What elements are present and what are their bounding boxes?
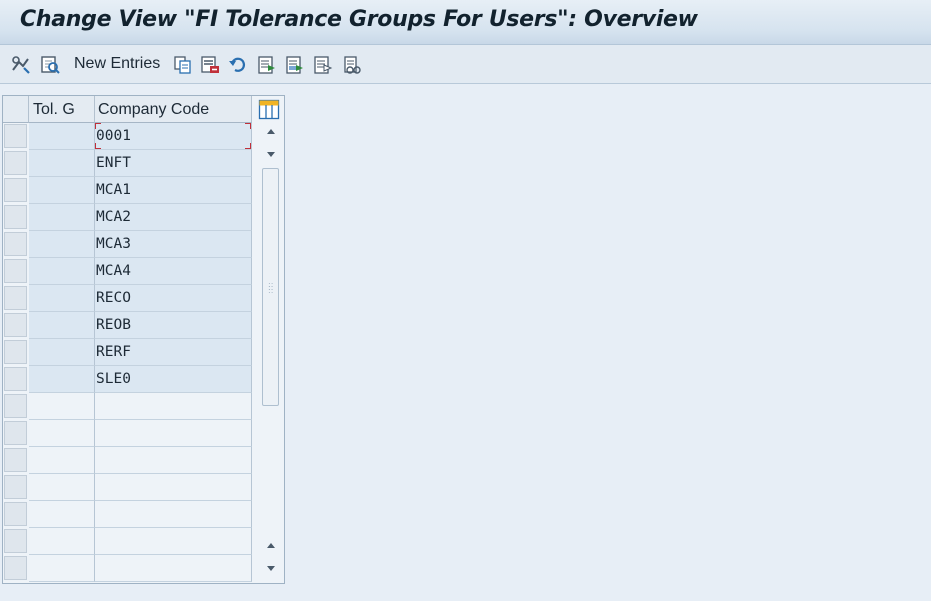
deselect-all-icon[interactable] bbox=[312, 54, 334, 76]
title-bar: Change View "FI Tolerance Groups For Use… bbox=[0, 0, 931, 45]
company-code-cell[interactable]: ENFT bbox=[95, 150, 252, 177]
tol-group-cell[interactable] bbox=[29, 177, 95, 204]
delete-icon[interactable] bbox=[199, 54, 221, 76]
table-row bbox=[3, 555, 252, 582]
table-row bbox=[3, 420, 252, 447]
select-all-rows-header[interactable] bbox=[3, 96, 29, 123]
row-selector[interactable] bbox=[4, 529, 27, 553]
tol-group-cell[interactable] bbox=[29, 420, 95, 447]
table-row: MCA2 bbox=[3, 204, 252, 231]
table-row bbox=[3, 393, 252, 420]
table-body: 0001 ENFT MCA1 MCA2 MCA3 MCA4 RECO REOB RERF SLE0 bbox=[3, 123, 252, 582]
row-selector[interactable] bbox=[4, 151, 27, 175]
page-title: Change View "FI Tolerance Groups For Use… bbox=[20, 7, 698, 32]
tol-group-cell[interactable] bbox=[29, 501, 95, 528]
select-all-icon[interactable] bbox=[256, 54, 278, 76]
row-selector[interactable] bbox=[4, 259, 27, 283]
tol-group-cell[interactable] bbox=[29, 528, 95, 555]
company-code-cell[interactable] bbox=[95, 447, 252, 474]
copy-icon[interactable] bbox=[172, 54, 194, 76]
tol-group-cell[interactable] bbox=[29, 258, 95, 285]
table-row: MCA1 bbox=[3, 177, 252, 204]
row-selector[interactable] bbox=[4, 286, 27, 310]
tol-group-cell[interactable] bbox=[29, 339, 95, 366]
table-row: RECO bbox=[3, 285, 252, 312]
table-row: 0001 bbox=[3, 123, 252, 150]
scrollbar-grip-icon: :::::: bbox=[268, 280, 274, 295]
row-selector[interactable] bbox=[4, 448, 27, 472]
row-selector[interactable] bbox=[4, 232, 27, 256]
scroll-up-icon[interactable] bbox=[261, 123, 281, 141]
row-selector[interactable] bbox=[4, 205, 27, 229]
tol-group-cell[interactable] bbox=[29, 231, 95, 258]
company-code-cell[interactable]: RECO bbox=[95, 285, 252, 312]
company-code-cell[interactable]: SLE0 bbox=[95, 366, 252, 393]
row-selector[interactable] bbox=[4, 178, 27, 202]
row-selector[interactable] bbox=[4, 475, 27, 499]
row-selector[interactable] bbox=[4, 556, 27, 580]
tol-group-cell[interactable] bbox=[29, 123, 95, 150]
row-selector[interactable] bbox=[4, 502, 27, 526]
company-code-cell[interactable]: 0001 bbox=[95, 123, 252, 150]
company-code-cell[interactable]: REOB bbox=[95, 312, 252, 339]
company-code-cell[interactable] bbox=[95, 555, 252, 582]
undo-change-icon[interactable] bbox=[227, 54, 249, 76]
row-selector[interactable] bbox=[4, 124, 27, 148]
focus-corner-bottom-left bbox=[95, 143, 101, 149]
table-row: SLE0 bbox=[3, 366, 252, 393]
company-code-cell[interactable] bbox=[95, 420, 252, 447]
row-selector[interactable] bbox=[4, 394, 27, 418]
display-change-icon[interactable] bbox=[10, 54, 32, 76]
find-icon[interactable] bbox=[39, 54, 61, 76]
company-code-cell[interactable] bbox=[95, 501, 252, 528]
select-block-icon[interactable] bbox=[284, 54, 306, 76]
column-header-company-code[interactable]: Company Code bbox=[95, 96, 252, 123]
table-row: RERF bbox=[3, 339, 252, 366]
table-row bbox=[3, 501, 252, 528]
tol-group-cell[interactable] bbox=[29, 312, 95, 339]
row-selector[interactable] bbox=[4, 340, 27, 364]
table-row bbox=[3, 528, 252, 555]
focus-corner-bottom-right bbox=[245, 143, 251, 149]
row-selector[interactable] bbox=[4, 367, 27, 391]
scrollbar-thumb[interactable]: :::::: bbox=[262, 168, 279, 406]
company-code-cell[interactable] bbox=[95, 393, 252, 420]
company-code-cell[interactable] bbox=[95, 528, 252, 555]
tol-group-cell[interactable] bbox=[29, 150, 95, 177]
company-code-cell[interactable]: MCA1 bbox=[95, 177, 252, 204]
focus-corner-top-left bbox=[95, 123, 101, 129]
new-entries-button[interactable]: New Entries bbox=[74, 55, 160, 73]
table-row: MCA4 bbox=[3, 258, 252, 285]
table-settings-icon[interactable] bbox=[258, 99, 280, 120]
table-row: MCA3 bbox=[3, 231, 252, 258]
page-down-icon[interactable] bbox=[261, 559, 281, 577]
tol-group-cell[interactable] bbox=[29, 474, 95, 501]
tolerance-group-table: Tol. G Company Code 0001 ENFT MCA1 MCA2 MCA3… bbox=[2, 95, 285, 584]
company-code-cell[interactable]: MCA4 bbox=[95, 258, 252, 285]
focus-corner-top-right bbox=[245, 123, 251, 129]
company-code-cell[interactable]: MCA3 bbox=[95, 231, 252, 258]
print-field-list-icon[interactable] bbox=[341, 54, 363, 76]
company-code-cell[interactable]: MCA2 bbox=[95, 204, 252, 231]
page-up-icon[interactable] bbox=[261, 537, 281, 555]
tol-group-cell[interactable] bbox=[29, 285, 95, 312]
scroll-down-icon[interactable] bbox=[261, 145, 281, 163]
table-row: REOB bbox=[3, 312, 252, 339]
table-row: ENFT bbox=[3, 150, 252, 177]
tol-group-cell[interactable] bbox=[29, 366, 95, 393]
vertical-scrollbar[interactable]: :::::: bbox=[261, 123, 281, 581]
row-selector[interactable] bbox=[4, 421, 27, 445]
row-selector[interactable] bbox=[4, 313, 27, 337]
table-row bbox=[3, 474, 252, 501]
company-code-cell[interactable]: RERF bbox=[95, 339, 252, 366]
tol-group-cell[interactable] bbox=[29, 447, 95, 474]
column-header-tol-group[interactable]: Tol. G bbox=[29, 96, 95, 123]
table-row bbox=[3, 447, 252, 474]
tol-group-cell[interactable] bbox=[29, 555, 95, 582]
tol-group-cell[interactable] bbox=[29, 393, 95, 420]
application-toolbar: New Entries bbox=[0, 45, 931, 84]
company-code-cell[interactable] bbox=[95, 474, 252, 501]
tol-group-cell[interactable] bbox=[29, 204, 95, 231]
